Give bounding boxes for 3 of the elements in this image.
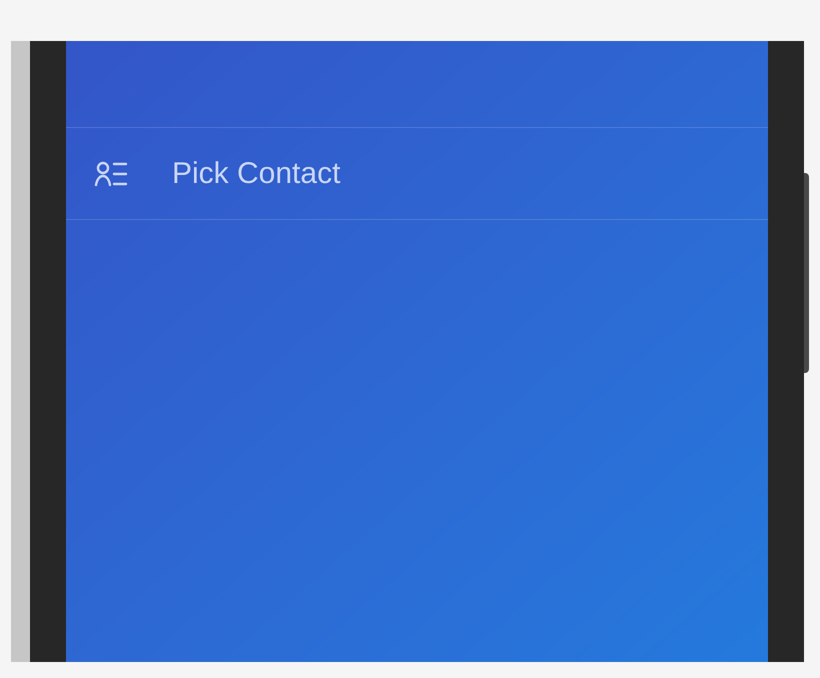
side-button[interactable] (804, 173, 809, 373)
menu-item[interactable]: Pick Contact (66, 127, 768, 220)
menu-item-label: Pick Contact (172, 156, 340, 192)
